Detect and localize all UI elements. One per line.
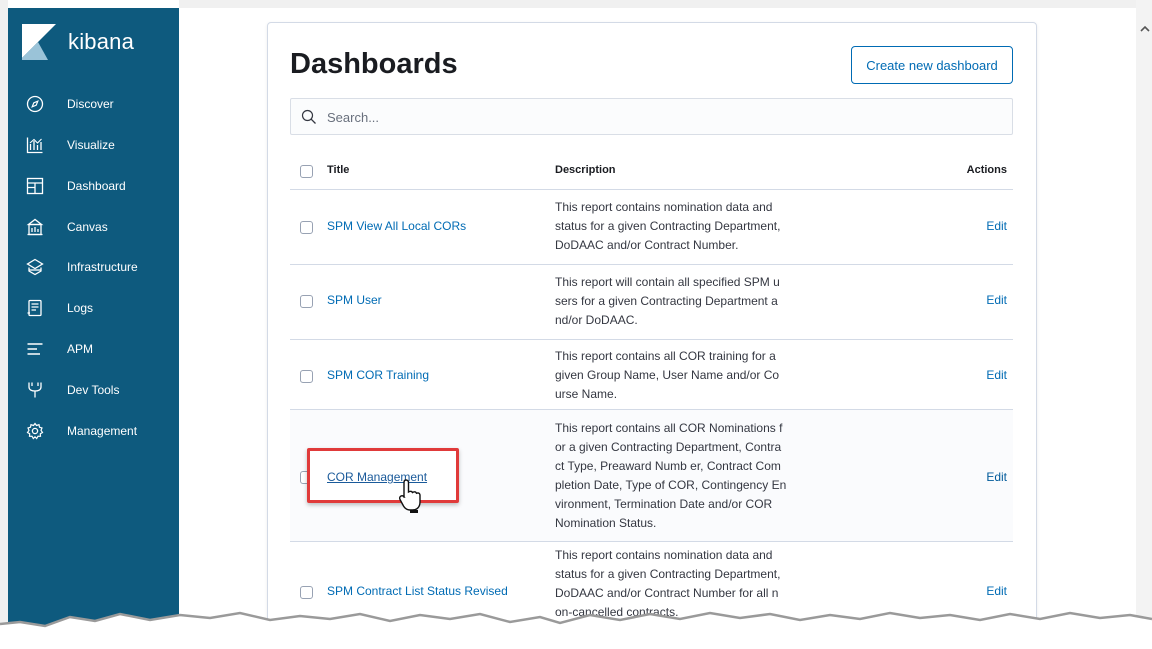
description-line: nd/or DoDAAC. bbox=[555, 313, 638, 327]
sidebar-item-visualize[interactable]: Visualize bbox=[8, 125, 179, 165]
table-row: SPM User This report will contain all sp… bbox=[290, 265, 1013, 339]
description-line: given Group Name, User Name and/or Co bbox=[555, 368, 780, 382]
description-line: sers for a given Contracting Department … bbox=[555, 294, 778, 308]
screenshot: kibana Discover Visualize Dashboard Canv… bbox=[0, 0, 1152, 649]
dashboard-description: This report will contain all specified S… bbox=[555, 273, 820, 330]
description-line: DoDAAC and/or Contract Number. bbox=[555, 238, 739, 252]
description-line: This report contains nomination data and bbox=[555, 548, 773, 562]
dashboard-description: This report contains all COR training fo… bbox=[555, 347, 820, 404]
sidebar-item-label: Visualize bbox=[67, 138, 115, 152]
visualize-icon bbox=[26, 136, 44, 154]
description-line: status for a given Contracting Departmen… bbox=[555, 567, 781, 581]
edit-link[interactable]: Edit bbox=[986, 219, 1007, 233]
dashboard-title-link[interactable]: SPM View All Local CORs bbox=[327, 219, 466, 233]
search-icon bbox=[301, 109, 316, 124]
hand-pointer-cursor-icon bbox=[398, 479, 421, 513]
sidebar-item-label: Dashboard bbox=[67, 179, 126, 193]
logs-icon bbox=[26, 299, 44, 317]
kibana-logo-icon bbox=[22, 24, 56, 60]
table-header: Title Description Actions bbox=[290, 150, 1013, 190]
top-frame-strip bbox=[179, 0, 1152, 8]
page-title: Dashboards bbox=[290, 48, 458, 80]
sidebar-item-label: Canvas bbox=[67, 220, 108, 234]
dashboard-title-link[interactable]: SPM User bbox=[327, 293, 382, 307]
create-new-dashboard-button[interactable]: Create new dashboard bbox=[851, 46, 1013, 84]
compass-icon bbox=[26, 95, 44, 113]
app-name: kibana bbox=[68, 29, 135, 54]
select-all-checkbox[interactable] bbox=[300, 165, 313, 178]
dashboard-description: This report contains all COR Nominations… bbox=[555, 419, 820, 533]
description-line: This report contains all COR Nominations… bbox=[555, 421, 783, 435]
kibana-sidebar: kibana Discover Visualize Dashboard Canv… bbox=[8, 8, 179, 649]
description-line: status for a given Contracting Departmen… bbox=[555, 219, 781, 233]
sidebar-item-canvas[interactable]: Canvas bbox=[8, 207, 179, 247]
description-line: This report will contain all specified S… bbox=[555, 275, 780, 289]
kibana-brand[interactable]: kibana bbox=[20, 24, 134, 60]
row-checkbox[interactable] bbox=[300, 221, 313, 234]
infrastructure-icon bbox=[26, 258, 44, 276]
description-line: pletion Date, Type of COR, Contingency E… bbox=[555, 478, 787, 492]
column-header-actions: Actions bbox=[966, 164, 1007, 176]
dashboard-icon bbox=[26, 177, 44, 195]
sidebar-item-management[interactable]: Management bbox=[8, 411, 179, 451]
search-input[interactable] bbox=[325, 100, 999, 135]
edit-link[interactable]: Edit bbox=[986, 368, 1007, 382]
column-header-description: Description bbox=[555, 164, 616, 176]
edit-link[interactable]: Edit bbox=[986, 293, 1007, 307]
table-row: SPM COR Training This report contains al… bbox=[290, 340, 1013, 409]
sidebar-item-label: Management bbox=[67, 424, 138, 438]
search-box bbox=[290, 98, 1013, 135]
sidebar-item-label: Discover bbox=[67, 97, 114, 111]
sidebar-item-apm[interactable]: APM bbox=[8, 329, 179, 369]
sidebar-item-discover[interactable]: Discover bbox=[8, 84, 179, 124]
description-line: vironment, Termination Date and/or COR bbox=[555, 497, 773, 511]
canvas-icon bbox=[26, 218, 44, 236]
devtools-icon bbox=[26, 381, 44, 399]
sidebar-item-label: APM bbox=[67, 342, 94, 356]
apm-icon bbox=[26, 340, 44, 358]
sidebar-item-label: Infrastructure bbox=[67, 260, 138, 274]
sidebar-item-dashboard[interactable]: Dashboard bbox=[8, 166, 179, 206]
row-checkbox[interactable] bbox=[300, 370, 313, 383]
dashboard-description: This report contains nomination data and… bbox=[555, 198, 820, 255]
sidebar-item-logs[interactable]: Logs bbox=[8, 288, 179, 328]
description-line: urse Name. bbox=[555, 387, 618, 401]
scroll-up-arrow-icon[interactable] bbox=[1140, 24, 1150, 34]
column-header-title[interactable]: Title bbox=[327, 164, 349, 176]
description-line: This report contains nomination data and bbox=[555, 200, 773, 214]
description-line: or a given Contracting Department, Contr… bbox=[555, 440, 782, 454]
sidebar-item-label: Dev Tools bbox=[67, 383, 120, 397]
sidebar-item-label: Logs bbox=[67, 301, 94, 315]
dashboard-title-link[interactable]: SPM COR Training bbox=[327, 368, 429, 382]
left-frame-strip bbox=[0, 0, 8, 649]
edit-link[interactable]: Edit bbox=[986, 470, 1007, 484]
scrollbar-track[interactable] bbox=[1136, 0, 1152, 649]
sidebar-item-dev-tools[interactable]: Dev Tools bbox=[8, 370, 179, 410]
torn-edge-decoration bbox=[0, 611, 1152, 649]
sidebar-item-infrastructure[interactable]: Infrastructure bbox=[8, 247, 179, 287]
description-line: Nomination Status. bbox=[555, 516, 657, 530]
table-row: SPM View All Local CORs This report cont… bbox=[290, 190, 1013, 264]
description-line: This report contains all COR training fo… bbox=[555, 349, 776, 363]
row-checkbox[interactable] bbox=[300, 295, 313, 308]
gear-icon bbox=[26, 422, 44, 440]
description-line: ct Type, Preaward Numb er, Contract Com bbox=[555, 459, 781, 473]
